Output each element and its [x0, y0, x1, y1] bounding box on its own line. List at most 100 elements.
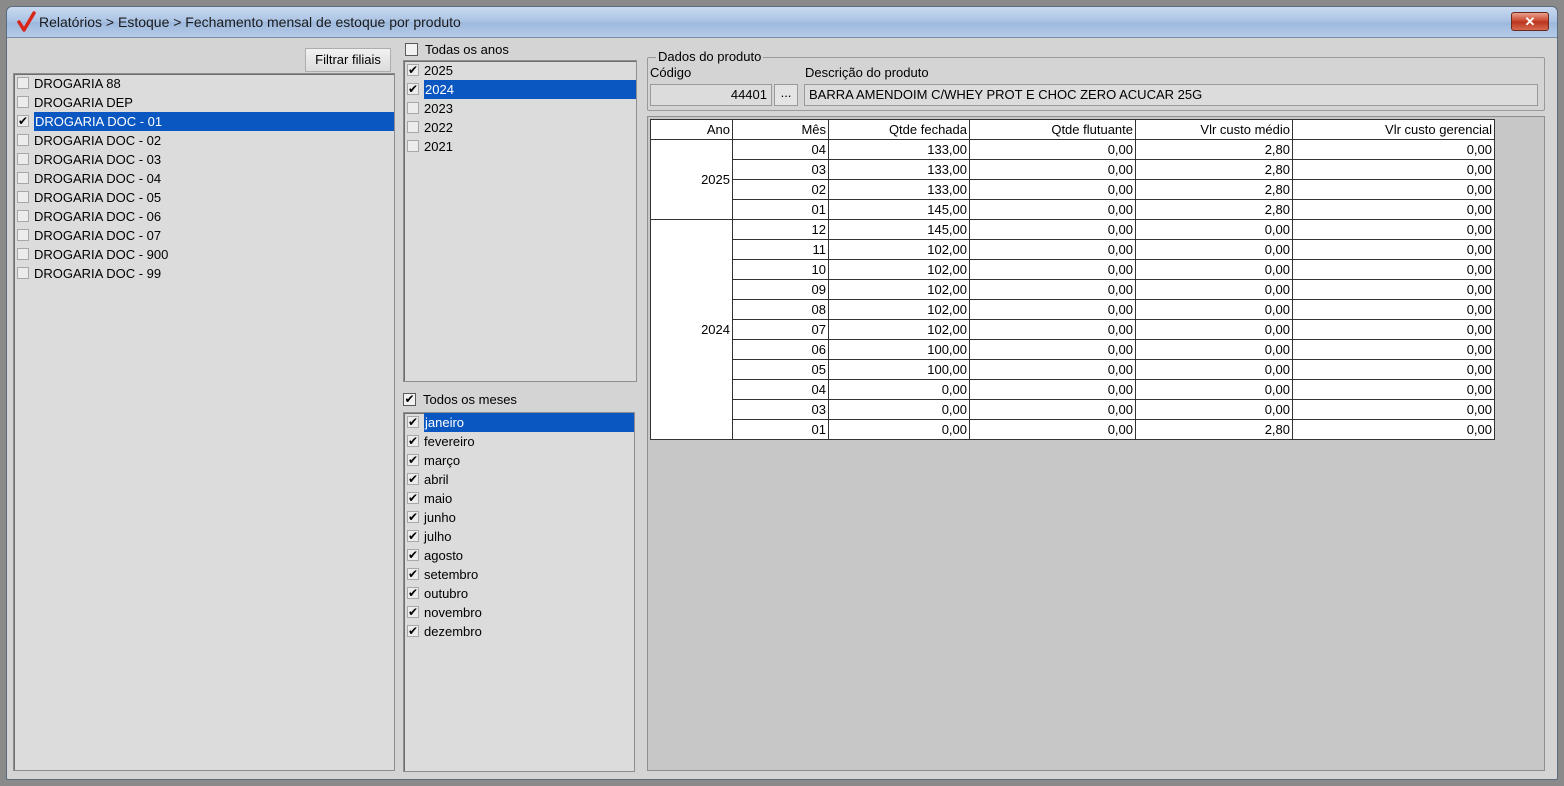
branch-list[interactable]: DROGARIA 88 DROGARIA DEP ✔ DROGARIA DOC - 0…	[13, 73, 395, 771]
month-item[interactable]: ✔ maio	[404, 489, 634, 508]
table-row[interactable]: 2025 04 133,00 0,00 2,80 0,00	[650, 139, 1495, 220]
checkbox-unchecked-icon[interactable]	[407, 121, 419, 133]
grid-cell[interactable]: 0,00	[969, 279, 1136, 300]
checkbox-unchecked-icon[interactable]	[17, 77, 29, 89]
branch-item[interactable]: DROGARIA DOC - 02	[14, 131, 394, 150]
grid-cell[interactable]: 0,00	[1292, 139, 1495, 160]
checkbox-checked-icon[interactable]: ✔	[407, 454, 419, 466]
checkbox-unchecked-icon[interactable]	[17, 134, 29, 146]
checkbox-checked-icon[interactable]: ✔	[407, 625, 419, 637]
grid-cell[interactable]: 10	[732, 259, 829, 280]
code-field[interactable]: 44401	[650, 84, 772, 106]
grid-cell[interactable]: 102,00	[828, 239, 970, 260]
grid-cell[interactable]: 06	[732, 339, 829, 360]
checkbox-unchecked-icon[interactable]	[407, 140, 419, 152]
grid-cell[interactable]: 2,80	[1135, 139, 1293, 160]
checkbox-unchecked-icon[interactable]	[17, 248, 29, 260]
grid-cell[interactable]: 0,00	[1292, 159, 1495, 180]
grid-cell[interactable]: 102,00	[828, 279, 970, 300]
grid-cell[interactable]: 0,00	[969, 219, 1136, 240]
branch-item[interactable]: ✔ DROGARIA DOC - 01	[14, 112, 394, 131]
grid-cell[interactable]: 0,00	[969, 339, 1136, 360]
grid-cell[interactable]: 0,00	[1292, 339, 1495, 360]
grid-cell[interactable]: 03	[732, 399, 829, 420]
year-item[interactable]: 2022	[404, 118, 636, 137]
checkbox-unchecked-icon[interactable]	[17, 153, 29, 165]
grid-cell[interactable]: 102,00	[828, 299, 970, 320]
grid-cell[interactable]: 0,00	[828, 379, 970, 400]
year-list[interactable]: ✔ 2025 ✔ 2024 2023 2022 2021	[403, 60, 637, 382]
checkbox-unchecked-icon[interactable]	[17, 229, 29, 241]
table-row[interactable]: 06 100,00 0,00 0,00 0,00	[651, 339, 1495, 360]
checkbox-checked-icon[interactable]: ✔	[407, 64, 419, 76]
grid-cell[interactable]: 03	[732, 159, 829, 180]
grid-cell[interactable]: 0,00	[1292, 219, 1495, 240]
branch-item[interactable]: DROGARIA DOC - 06	[14, 207, 394, 226]
grid-cell[interactable]: 0,00	[828, 399, 970, 420]
grid-cell[interactable]: 0,00	[1292, 359, 1495, 380]
grid-cell[interactable]: 07	[732, 319, 829, 340]
table-row[interactable]: 08 102,00 0,00 0,00 0,00	[651, 299, 1495, 320]
table-row[interactable]: 01 0,00 0,00 2,80 0,00	[651, 419, 1495, 440]
stock-grid-area[interactable]: Ano Mês Qtde fechada Qtde flutuante Vlr cust…	[647, 116, 1545, 771]
grid-cell[interactable]: 0,00	[969, 179, 1136, 200]
grid-cell[interactable]: 0,00	[969, 399, 1136, 420]
grid-cell[interactable]: 08	[732, 299, 829, 320]
grid-cell[interactable]: 133,00	[828, 139, 970, 160]
grid-cell[interactable]: 0,00	[1292, 379, 1495, 400]
grid-cell[interactable]: 145,00	[828, 199, 970, 220]
grid-cell[interactable]: 0,00	[969, 199, 1136, 220]
grid-cell[interactable]: 102,00	[828, 319, 970, 340]
all-months-checkbox[interactable]: ✔ Todos os meses	[401, 391, 517, 409]
checkbox-checked-icon[interactable]: ✔	[407, 511, 419, 523]
grid-cell[interactable]: 0,00	[1292, 419, 1495, 440]
checkbox-unchecked-icon[interactable]	[17, 267, 29, 279]
filter-branches-button[interactable]: Filtrar filiais	[305, 48, 391, 72]
checkbox-checked-icon[interactable]: ✔	[407, 83, 419, 95]
table-row[interactable]: 09 102,00 0,00 0,00 0,00	[651, 279, 1495, 300]
grid-cell[interactable]: 0,00	[1292, 199, 1495, 220]
checkbox-checked-icon[interactable]: ✔	[17, 115, 29, 127]
table-row[interactable]: 03 133,00 0,00 2,80 0,00	[651, 159, 1495, 180]
checkbox-unchecked-icon[interactable]	[17, 191, 29, 203]
table-row[interactable]: 11 102,00 0,00 0,00 0,00	[651, 239, 1495, 260]
grid-cell[interactable]: 0,00	[969, 379, 1136, 400]
month-item[interactable]: ✔ março	[404, 451, 634, 470]
grid-cell[interactable]: 0,00	[1135, 399, 1293, 420]
checkbox-checked-icon[interactable]: ✔	[407, 416, 419, 428]
checkbox-checked-icon[interactable]: ✔	[407, 473, 419, 485]
checkbox-unchecked-icon[interactable]	[17, 96, 29, 108]
grid-cell[interactable]: 100,00	[828, 339, 970, 360]
checkbox-unchecked-icon[interactable]	[407, 102, 419, 114]
grid-cell[interactable]: 100,00	[828, 359, 970, 380]
table-row[interactable]: 07 102,00 0,00 0,00 0,00	[651, 319, 1495, 340]
branch-item[interactable]: DROGARIA DOC - 900	[14, 245, 394, 264]
grid-cell[interactable]: 0,00	[1135, 299, 1293, 320]
checkbox-checked-icon[interactable]: ✔	[407, 549, 419, 561]
month-item[interactable]: ✔ setembro	[404, 565, 634, 584]
grid-cell[interactable]: 04	[732, 139, 829, 160]
checkbox-checked-icon[interactable]: ✔	[407, 492, 419, 504]
table-row[interactable]: 10 102,00 0,00 0,00 0,00	[651, 259, 1495, 280]
grid-cell[interactable]: 0,00	[969, 419, 1136, 440]
grid-cell[interactable]: 0,00	[1135, 379, 1293, 400]
grid-cell[interactable]: 0,00	[1292, 319, 1495, 340]
grid-cell[interactable]: 01	[732, 419, 829, 440]
close-button[interactable]: ✕	[1511, 12, 1549, 31]
product-lookup-button[interactable]: ...	[774, 84, 798, 106]
description-field[interactable]: BARRA AMENDOIM C/WHEY PROT E CHOC ZERO A…	[804, 84, 1538, 106]
checkbox-checked-icon[interactable]: ✔	[407, 568, 419, 580]
all-years-checkbox[interactable]: Todas os anos	[403, 41, 509, 59]
month-item[interactable]: ✔ junho	[404, 508, 634, 527]
grid-cell[interactable]: 0,00	[828, 419, 970, 440]
year-cell[interactable]: 2024	[650, 219, 733, 440]
month-item[interactable]: ✔ novembro	[404, 603, 634, 622]
grid-cell[interactable]: 0,00	[1292, 259, 1495, 280]
table-row[interactable]: 02 133,00 0,00 2,80 0,00	[651, 179, 1495, 200]
grid-cell[interactable]: 01	[732, 199, 829, 220]
grid-cell[interactable]: 0,00	[1292, 239, 1495, 260]
stock-grid[interactable]: Ano Mês Qtde fechada Qtde flutuante Vlr cust…	[650, 119, 1495, 440]
month-item[interactable]: ✔ agosto	[404, 546, 634, 565]
month-item[interactable]: ✔ dezembro	[404, 622, 634, 641]
grid-cell[interactable]: 0,00	[969, 319, 1136, 340]
